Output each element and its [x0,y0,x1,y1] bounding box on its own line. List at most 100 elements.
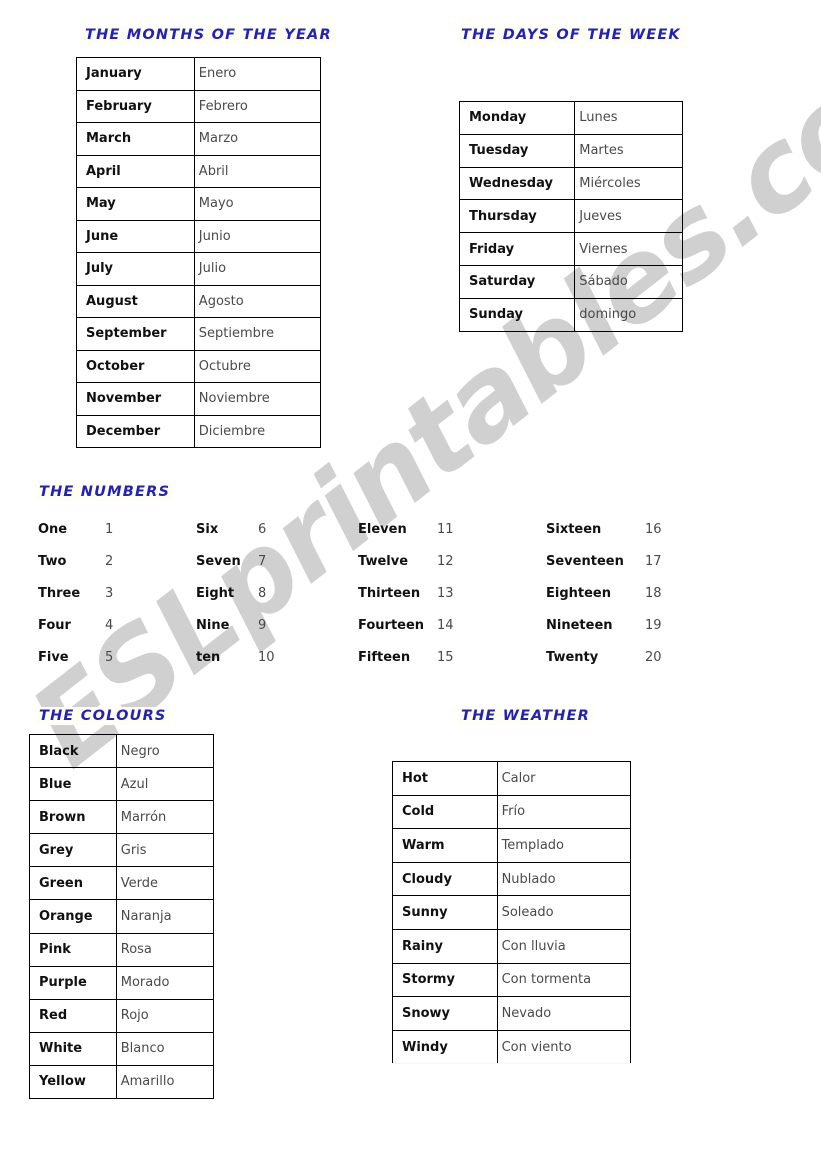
number-word: Seven [196,554,241,569]
spanish-term: Septiembre [193,317,322,351]
number-row: Eleven 11 [358,512,454,544]
english-term: March [76,122,195,156]
table-row: Hot Calor [392,761,632,796]
english-term: January [76,57,195,91]
spanish-term: Templado [496,828,632,863]
number-word: Fourteen [358,618,425,633]
number-row: ten 10 [196,640,275,672]
english-term: Monday [458,101,576,135]
english-term: Yellow [29,1064,117,1100]
english-term: Windy [392,1029,498,1065]
number-row: Eighteen 18 [546,576,662,608]
table-row: Red Rojo [29,998,215,1033]
number-word: Thirteen [358,586,421,601]
number-digit: 11 [437,522,454,537]
spanish-term: Junio [193,219,322,253]
spanish-term: Marzo [193,122,322,156]
number-digit: 10 [258,650,275,665]
number-word: Nineteen [546,618,613,633]
number-row: Two 2 [38,544,113,576]
english-term: Rainy [392,928,498,964]
number-word: Sixteen [546,522,602,537]
spanish-term: Julio [193,252,322,286]
table-row: April Abril [76,154,322,188]
number-row: Fifteen 15 [358,640,454,672]
spanish-term: Marrón [115,800,215,835]
table-row: Snowy Nevado [392,996,632,1031]
weather-table: Hot Calor Cold Frío Warm Templado Cloudy Nublad… [392,761,632,1065]
english-term: White [29,1031,117,1066]
spanish-term: Negro [115,733,215,769]
english-term: Hot [392,761,498,796]
english-term: Stormy [392,962,498,998]
table-row: Pink Rosa [29,932,215,967]
english-term: Green [29,866,117,901]
english-term: Orange [29,899,117,934]
number-word: Three [38,586,81,601]
numbers-column: Eleven 11 Twelve 12 Thirteen 13 Fourteen 14 Fift… [358,512,454,672]
spanish-term: Sábado [574,264,683,299]
spanish-term: Nublado [496,861,632,897]
number-word: Twenty [546,650,599,665]
spanish-term: Nevado [496,996,632,1031]
spanish-term: Morado [115,965,215,1000]
english-term: Sunny [392,895,498,930]
table-row: Windy Con viento [392,1029,632,1065]
number-word: Fifteen [358,650,411,665]
number-digit: 3 [105,586,114,601]
spanish-term: Blanco [115,1031,215,1066]
table-row: Purple Morado [29,965,215,1000]
number-row: Seven 7 [196,544,275,576]
number-digit: 8 [258,586,267,601]
number-word: Two [38,554,67,569]
table-row: March Marzo [76,122,322,156]
english-term: Saturday [458,264,576,299]
english-term: Thursday [458,199,576,234]
number-word: Four [38,618,71,633]
table-row: Sunny Soleado [392,895,632,930]
table-row: December Diciembre [76,414,322,448]
number-digit: 7 [258,554,267,569]
spanish-term: Con tormenta [496,962,632,998]
number-row: Four 4 [38,608,113,640]
table-row: Thursday Jueves [458,199,683,234]
table-row: Rainy Con lluvia [392,928,632,964]
english-term: Red [29,998,117,1033]
table-row: White Blanco [29,1031,215,1066]
english-term: Cloudy [392,861,498,897]
english-term: November [76,382,195,416]
english-term: Blue [29,767,117,802]
english-term: October [76,349,195,383]
english-term: February [76,89,195,123]
english-term: August [76,284,195,318]
spanish-term: Rojo [115,998,215,1033]
table-row: Grey Gris [29,833,215,868]
days-table-body: Monday Lunes Tuesday Martes Wednesday Miércol… [458,101,683,332]
number-digit: 12 [437,554,454,569]
english-term: Pink [29,932,117,967]
number-digit: 6 [258,522,267,537]
number-row: Twenty 20 [546,640,662,672]
weather-table-body: Hot Calor Cold Frío Warm Templado Cloudy Nublad… [392,761,632,1065]
spanish-term: Calor [496,761,632,796]
number-word: Nine [196,618,230,633]
spanish-term: Naranja [115,899,215,934]
table-row: Green Verde [29,866,215,901]
english-term: Cold [392,794,498,830]
numbers-column: One 1 Two 2 Three 3 Four 4 Five 5 [38,512,113,672]
number-row: Six 6 [196,512,275,544]
spanish-term: Azul [115,767,215,802]
section-title-colours: THE COLOURS [36,707,170,725]
english-term: Brown [29,800,117,835]
number-row: Sixteen 16 [546,512,662,544]
colours-table: Black Negro Blue Azul Brown Marrón Grey Gris Gre… [29,733,215,1100]
table-row: Monday Lunes [458,101,683,135]
number-row: Twelve 12 [358,544,454,576]
english-term: Black [29,733,117,769]
spanish-term: Agosto [193,284,322,318]
english-term: July [76,252,195,286]
section-title-days: THE DAYS OF THE WEEK [458,26,684,44]
table-row: June Junio [76,219,322,253]
number-digit: 2 [105,554,114,569]
number-row: One 1 [38,512,113,544]
